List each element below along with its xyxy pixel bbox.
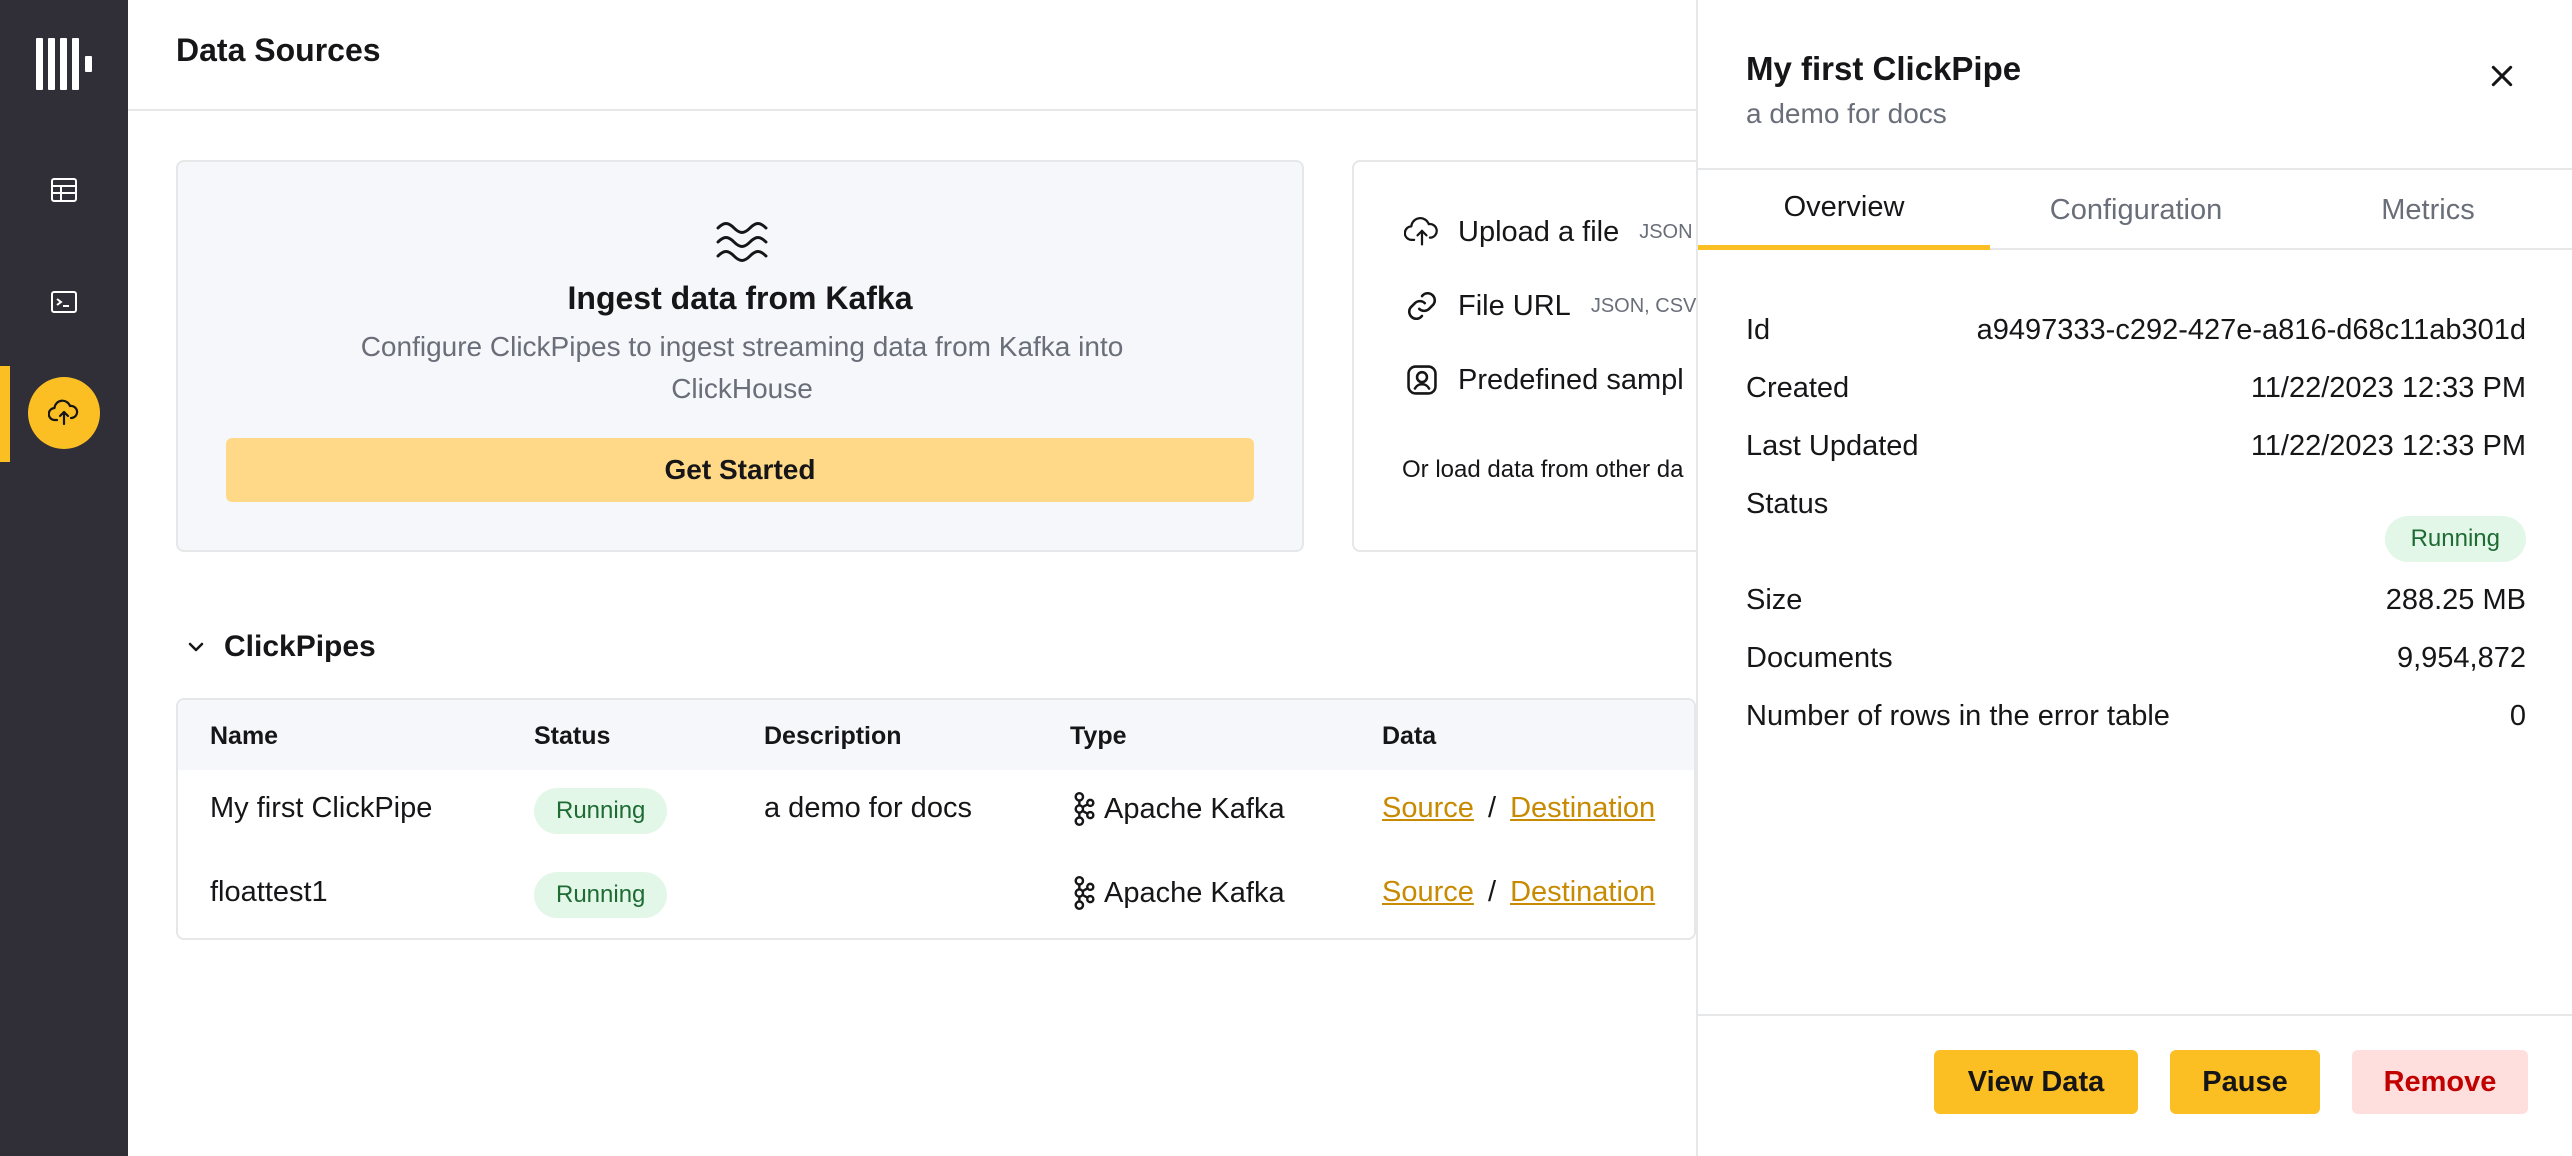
row-data-links: Source / Destination (1382, 876, 1655, 909)
detail-last-updated: Last Updated 11/22/2023 12:33 PM (1746, 430, 2526, 463)
table-header: Name Status Description Type Data (178, 700, 1694, 770)
status-badge: Running (2384, 516, 2526, 562)
chevron-down-icon (188, 642, 204, 652)
detail-label: Documents (1746, 642, 1893, 674)
destination-link[interactable]: Destination (1510, 876, 1655, 908)
kafka-card-description: Configure ClickPipes to ingest streaming… (360, 331, 1124, 404)
tab-configuration[interactable]: Configuration (1990, 170, 2282, 250)
remove-button[interactable]: Remove (2352, 1050, 2528, 1114)
column-header-status: Status (534, 722, 611, 750)
detail-documents: Documents 9,954,872 (1746, 642, 2526, 675)
kafka-icon (1074, 876, 1095, 910)
main-header: Data Sources (128, 0, 1696, 111)
detail-id: Id a9497333-c292-427e-a816-d68c11ab301d (1746, 314, 2526, 347)
clickpipes-table: Name Status Description Type Data My fir… (176, 698, 1696, 940)
detail-value: 0 (2509, 700, 2526, 732)
kafka-icon (1074, 792, 1095, 826)
column-header-type: Type (1070, 722, 1127, 750)
detail-error-rows: Number of rows in the error table 0 (1746, 700, 2526, 733)
terminal-icon[interactable] (40, 278, 88, 326)
source-link[interactable]: Source (1382, 792, 1474, 824)
kafka-card-title: Ingest data from Kafka (567, 280, 913, 316)
close-icon[interactable] (2484, 58, 2520, 94)
row-description: a demo for docs (764, 792, 972, 824)
column-header-name: Name (210, 722, 279, 750)
destination-link[interactable]: Destination (1510, 792, 1655, 824)
row-data-links: Source / Destination (1382, 792, 1655, 825)
detail-value: 9,954,872 (2396, 642, 2526, 674)
upload-file-option[interactable]: Upload a file JSON (1402, 212, 1693, 252)
column-header-description: Description (764, 722, 902, 750)
cloud-upload-icon (1402, 212, 1442, 252)
upload-file-label: Upload a file (1458, 215, 1620, 248)
detail-status: Status Running (1746, 488, 2526, 562)
file-url-label: File URL (1458, 289, 1571, 322)
other-sources-text: Or load data from other da (1402, 456, 1684, 483)
status-badge: Running (534, 872, 668, 918)
detail-label: Created (1746, 372, 1850, 404)
detail-label: Number of rows in the error table (1746, 700, 2170, 732)
pause-button[interactable]: Pause (2170, 1050, 2320, 1114)
link-separator: / (1487, 876, 1497, 908)
column-header-data: Data (1382, 722, 1437, 750)
row-name: floattest1 (210, 876, 328, 908)
source-link[interactable]: Source (1382, 876, 1474, 908)
predefined-sample-option[interactable]: Predefined sampl (1402, 360, 1684, 400)
detail-label: Status (1746, 488, 1829, 520)
clickpipe-details-drawer: My first ClickPipe a demo for docs Overv… (1696, 0, 2572, 1156)
logo-icon[interactable] (36, 38, 92, 90)
row-type-label: Apache Kafka (1104, 876, 1285, 909)
view-data-button[interactable]: View Data (1934, 1050, 2138, 1114)
upload-file-hint: JSON (1639, 220, 1693, 243)
drawer-footer: View Data Pause Remove (1698, 1014, 2572, 1156)
link-separator: / (1487, 792, 1497, 824)
detail-created: Created 11/22/2023 12:33 PM (1746, 372, 2526, 405)
detail-label: Last Updated (1746, 430, 1919, 462)
detail-value: a9497333-c292-427e-a816-d68c11ab301d (1976, 314, 2526, 346)
detail-label: Id (1746, 314, 1771, 346)
sample-icon (1402, 360, 1442, 400)
detail-label: Size (1746, 584, 1803, 616)
get-started-button[interactable]: Get Started (226, 438, 1254, 502)
status-badge: Running (534, 788, 668, 834)
nav-active-indicator (0, 366, 10, 462)
detail-value: 11/22/2023 12:33 PM (2250, 372, 2526, 404)
detail-value: 11/22/2023 12:33 PM (2250, 430, 2526, 462)
clickpipes-section-label: ClickPipes (224, 630, 376, 663)
row-type: Apache Kafka (1070, 792, 1285, 826)
link-icon (1402, 286, 1442, 326)
drawer-tabs: Overview Configuration Metrics (1698, 168, 2572, 250)
predefined-sample-label: Predefined sampl (1458, 363, 1684, 396)
row-type: Apache Kafka (1070, 876, 1285, 910)
file-url-hint: JSON, CSV (1590, 294, 1697, 317)
file-url-option[interactable]: File URL JSON, CSV (1402, 286, 1696, 326)
detail-size: Size 288.25 MB (1746, 584, 2526, 617)
tab-metrics[interactable]: Metrics (2282, 170, 2572, 250)
drawer-title: My first ClickPipe (1746, 50, 2022, 87)
table-icon[interactable] (40, 166, 88, 214)
drawer-subtitle: a demo for docs (1746, 98, 1947, 129)
detail-value: 288.25 MB (2385, 584, 2526, 616)
row-type-label: Apache Kafka (1104, 792, 1285, 825)
page-title: Data Sources (176, 32, 381, 68)
clickpipes-section-toggle[interactable]: ClickPipes (184, 630, 376, 664)
kafka-ingest-card: Ingest data from Kafka Configure ClickPi… (176, 160, 1304, 552)
tab-overview[interactable]: Overview (1698, 170, 1990, 250)
sidebar (0, 0, 128, 1156)
cloud-upload-icon[interactable] (28, 377, 100, 449)
waves-icon (714, 218, 770, 266)
row-name: My first ClickPipe (210, 792, 433, 824)
